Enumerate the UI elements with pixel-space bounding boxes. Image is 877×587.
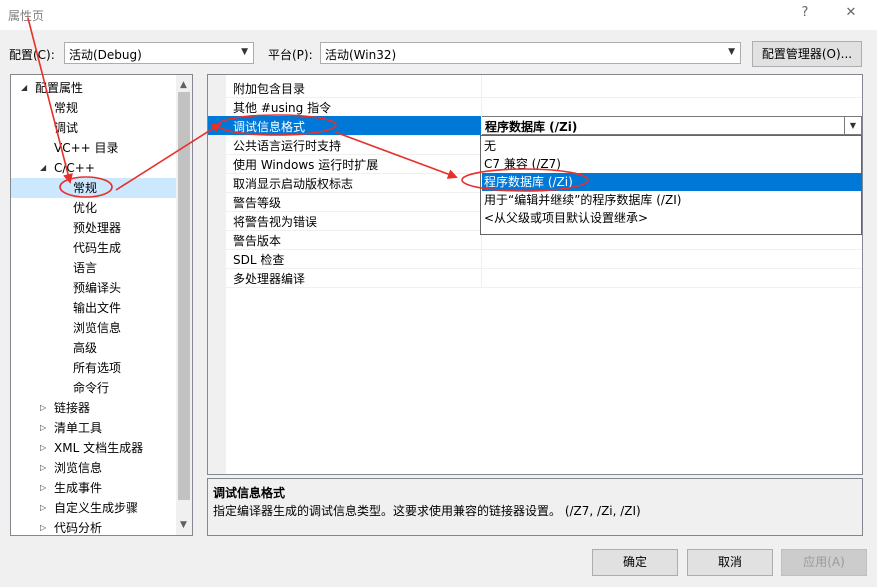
config-combo-value: 活动(Debug) [69, 48, 142, 62]
tree-item-code-generation[interactable]: 代码生成 [73, 238, 121, 258]
property-name: 其他 #using 指令 [233, 101, 332, 115]
tree-item-label: 链接器 [54, 401, 91, 415]
dropdown-option-none[interactable]: 无 [482, 137, 862, 155]
tree-item-label: 生成事件 [54, 481, 103, 495]
tree-item-label: 常规 [73, 181, 98, 195]
property-name: 调试信息格式 [233, 120, 306, 134]
tree-item-label: 浏览信息 [54, 461, 103, 475]
collapsed-triangle-icon[interactable]: ▷ [40, 438, 46, 458]
dropdown-option-zi[interactable]: 程序数据库 (/Zi) [482, 173, 862, 191]
platform-combo[interactable]: 活动(Win32) ▼ [320, 42, 741, 64]
collapsed-triangle-icon[interactable]: ▷ [40, 418, 46, 438]
tree-item-vc-directories[interactable]: VC++ 目录 [54, 138, 119, 158]
tree-item-precompiled-headers[interactable]: 预编译头 [73, 278, 121, 298]
tree-item-label: 清单工具 [54, 421, 103, 435]
config-label: 配置(C): [9, 48, 55, 62]
expanded-triangle-icon[interactable]: ◢ [21, 78, 27, 98]
description-panel: 调试信息格式 指定编译器生成的调试信息类型。这要求使用兼容的链接器设置。 (/Z… [207, 478, 863, 536]
tree-item-label: 代码分析 [54, 521, 103, 535]
chevron-down-icon[interactable]: ▼ [844, 117, 861, 134]
scroll-up-icon[interactable]: ▲ [180, 80, 187, 90]
debug-format-dropdown-list: 无 C7 兼容 (/Z7) 程序数据库 (/Zi) 用于“编辑并继续”的程序数据… [480, 135, 862, 235]
collapsed-triangle-icon[interactable]: ▷ [40, 478, 46, 498]
tree-item-debugging[interactable]: 调试 [54, 118, 78, 138]
property-tree: ◢ 配置属性 常规 调试 VC++ 目录 ◢ C/C++ 常规 优化 预处理器 … [10, 74, 193, 536]
debug-format-value: 程序数据库 (/Zi) [485, 120, 578, 134]
tree-item-output-files[interactable]: 输出文件 [73, 298, 121, 318]
tree-item-cpp-general[interactable]: 常规 [11, 178, 177, 198]
tree-item-label: XML 文档生成器 [54, 441, 144, 455]
dropdown-option-zi-edit-continue[interactable]: 用于“编辑并继续”的程序数据库 (/ZI) [482, 191, 862, 209]
debug-format-combo[interactable]: 程序数据库 (/Zi) ▼ [481, 116, 862, 135]
property-name: 将警告视为错误 [233, 215, 318, 229]
collapsed-triangle-icon[interactable]: ▷ [40, 518, 46, 535]
description-title: 调试信息格式 [213, 486, 286, 500]
ok-button[interactable]: 确定 [592, 549, 678, 576]
tree-item-advanced[interactable]: 高级 [73, 338, 97, 358]
tree-item-all-options[interactable]: 所有选项 [73, 358, 121, 378]
tree-item-label: C/C++ [54, 161, 95, 175]
collapsed-triangle-icon[interactable]: ▷ [40, 498, 46, 518]
tree-item-label: 自定义生成步骤 [54, 501, 139, 515]
config-combo[interactable]: 活动(Debug) ▼ [64, 42, 254, 64]
scroll-down-icon[interactable]: ▼ [180, 520, 187, 530]
title-bar [0, 0, 877, 30]
tree-item-label: 配置属性 [35, 81, 84, 95]
window-title: 属性页 [8, 9, 45, 23]
property-name: 多处理器编译 [233, 272, 306, 286]
property-name: 公共语言运行时支持 [233, 139, 342, 153]
collapsed-triangle-icon[interactable]: ▷ [40, 458, 46, 478]
property-name: 使用 Windows 运行时扩展 [233, 158, 379, 172]
cancel-button[interactable]: 取消 [687, 549, 773, 576]
property-row[interactable]: 附加包含目录 [208, 78, 862, 98]
platform-combo-value: 活动(Win32) [325, 48, 397, 62]
dropdown-option-z7[interactable]: C7 兼容 (/Z7) [482, 155, 862, 173]
description-text: 指定编译器生成的调试信息类型。这要求使用兼容的链接器设置。 (/Z7, /Zi,… [213, 504, 641, 518]
chevron-down-icon: ▼ [728, 47, 735, 57]
apply-button[interactable]: 应用(A) [781, 549, 867, 576]
property-row-selected[interactable]: 调试信息格式 程序数据库 (/Zi) ▼ [208, 116, 862, 136]
property-name: 附加包含目录 [233, 82, 306, 96]
close-button[interactable]: ✕ [839, 2, 863, 24]
tree-item-preprocessor[interactable]: 预处理器 [73, 218, 121, 238]
help-button[interactable]: ? [793, 2, 817, 24]
tree-item-general[interactable]: 常规 [54, 98, 78, 118]
expanded-triangle-icon[interactable]: ◢ [40, 158, 46, 178]
tree-item-language[interactable]: 语言 [73, 258, 97, 278]
property-name: 警告等级 [233, 196, 282, 210]
tree-item-command-line[interactable]: 命令行 [73, 378, 109, 398]
chevron-down-icon: ▼ [241, 47, 248, 57]
property-name: SDL 检查 [233, 253, 285, 267]
dropdown-option-inherit[interactable]: <从父级或项目默认设置继承> [482, 209, 862, 227]
collapsed-triangle-icon[interactable]: ▷ [40, 398, 46, 418]
property-name: 警告版本 [233, 234, 282, 248]
tree-scrollbar-thumb[interactable] [178, 92, 190, 500]
tree-item-optimization[interactable]: 优化 [73, 198, 97, 218]
platform-label: 平台(P): [268, 48, 313, 62]
property-row[interactable]: 其他 #using 指令 [208, 97, 862, 117]
property-row[interactable]: SDL 检查 [208, 249, 862, 269]
property-name: 取消显示启动版权标志 [233, 177, 354, 191]
property-row[interactable]: 多处理器编译 [208, 268, 862, 288]
config-manager-button[interactable]: 配置管理器(O)... [752, 41, 862, 67]
tree-item-browse-info[interactable]: 浏览信息 [73, 318, 121, 338]
